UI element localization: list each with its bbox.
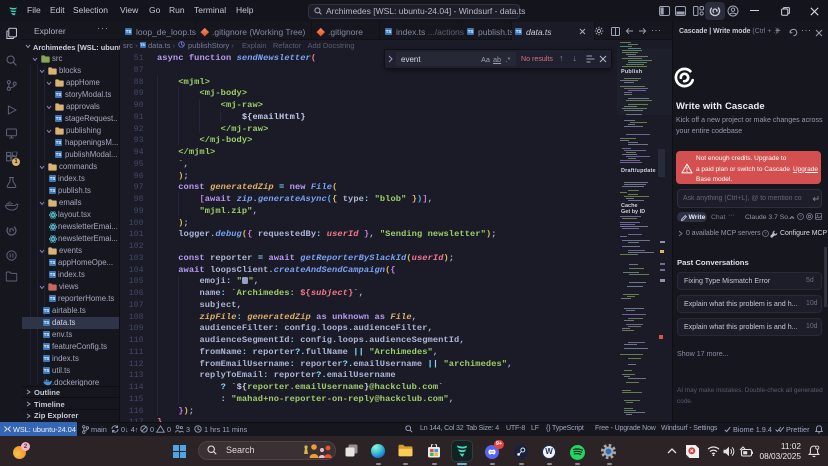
svg-text:?: ? <box>799 214 802 219</box>
svg-text:?: ? <box>764 231 767 236</box>
